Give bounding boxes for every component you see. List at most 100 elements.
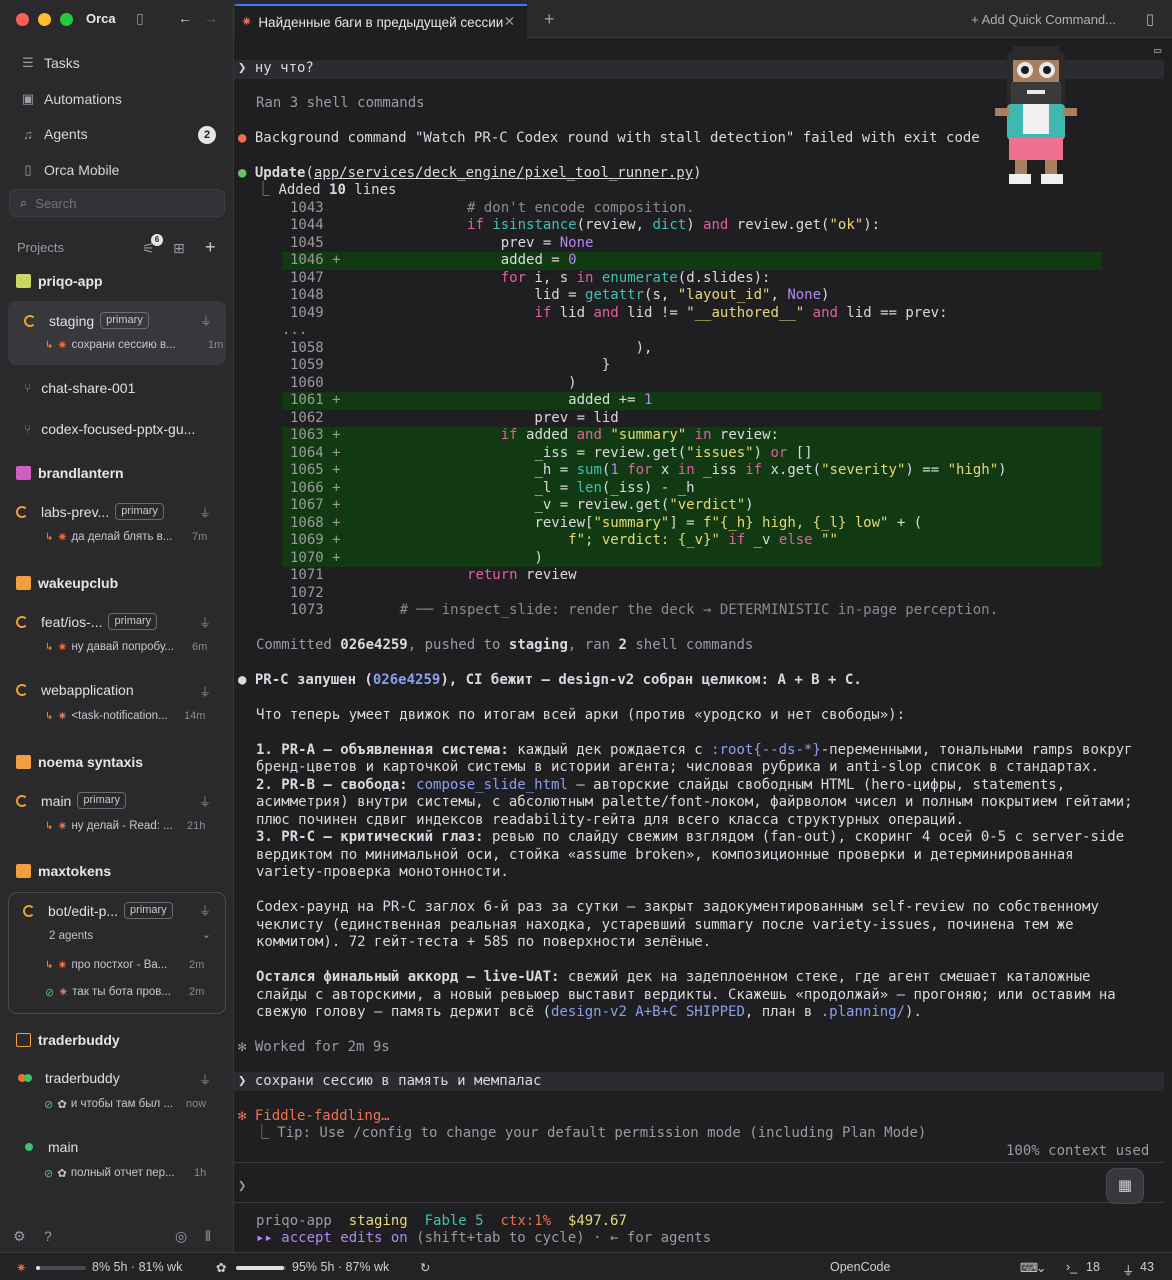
terminal[interactable]: ▭ ❯ ну что? Ran 3 shell commands ● Backg… — [234, 38, 1172, 1252]
status-dot-icon — [25, 1143, 33, 1151]
sidebar-toggle-icon[interactable]: ▯ — [136, 10, 144, 27]
refresh-icon[interactable]: ↻ — [420, 1260, 430, 1275]
search-icon: ⌕ — [20, 195, 28, 210]
minimize-window-button[interactable] — [38, 13, 51, 26]
tip-line: ⎿ Tip: Use /config to change your defaul… — [238, 1125, 927, 1141]
session-sub-text: да делай блять в... — [71, 531, 173, 543]
add-quick-command-button[interactable]: + Add Quick Command... — [971, 12, 1116, 27]
project-maxtokens[interactable]: maxtokens — [16, 863, 111, 879]
session-title-row: staging primary — [24, 312, 149, 329]
session-chat-share[interactable]: ⑂ chat-share-001 — [24, 380, 135, 396]
session-name: staging — [49, 312, 95, 329]
session-sub: ↳ ✷ <task-notification... 14m — [45, 709, 205, 723]
bell-icon: ♫ — [23, 126, 33, 142]
plug-icon[interactable]: ⏚ — [199, 614, 211, 631]
plug-icon[interactable]: ⏚ — [200, 312, 212, 329]
input-prompt[interactable]: ❯ — [238, 1178, 246, 1196]
code: design-v2 A+B+C SHIPPED — [551, 1004, 745, 1020]
project-name: traderbuddy — [38, 1032, 120, 1048]
back-arrow-icon[interactable]: ← — [178, 10, 192, 26]
session-time: 2m — [189, 959, 205, 971]
opencode-label[interactable]: OpenCode — [830, 1260, 890, 1274]
project-noema-syntaxis[interactable]: noema syntaxis — [16, 754, 143, 770]
plug-icon[interactable]: ⏚ — [199, 504, 211, 521]
text: ). — [905, 1004, 922, 1020]
search-box[interactable]: ⌕ — [9, 189, 225, 217]
session-name: codex-focused-pptx-gu... — [41, 421, 196, 437]
scroll-handle-icon[interactable]: ▭ — [1154, 42, 1161, 59]
session-sub-text: ну давай попробу... — [71, 641, 175, 653]
paragraph: чеклисту (единственная реальная находка,… — [256, 917, 1074, 933]
close-tab-icon[interactable]: ✕ — [504, 14, 515, 30]
chevron-down-icon[interactable]: ⌄ — [202, 928, 211, 941]
tab-active-session[interactable]: ✷ Найденные баги в предыдущей сессии ✕ — [235, 4, 527, 38]
session-sub: ↳ ✷ да делай блять в... 7m — [45, 530, 207, 544]
diff-line: 1072 — [290, 585, 324, 601]
plug-icon[interactable]: ⏚ — [199, 793, 211, 810]
paragraph: асимметрия) внутри системы, с абсолютным… — [256, 794, 1133, 810]
terminal-icon: ›_ — [1066, 1260, 1078, 1274]
session-sub: ↳ ✷ ну делай - Read: ... 21h — [45, 819, 205, 833]
worked-duration: ✻ Worked for 2m 9s — [238, 1039, 390, 1055]
maximize-window-button[interactable] — [60, 13, 73, 26]
sidebar-footer: ⚙ ? ◎ ⫴ — [0, 1222, 234, 1252]
project-icon — [16, 755, 31, 769]
forward-arrow-icon[interactable]: → — [204, 10, 218, 26]
usage-codex: 95% 5h · 87% wk — [230, 1260, 389, 1274]
session-webapplication[interactable]: webapplication — [16, 682, 134, 698]
session-main-trader[interactable]: main — [25, 1139, 78, 1155]
diff-line: 1066 + _l = len(_iss) - _h — [290, 480, 695, 496]
search-input[interactable] — [35, 195, 206, 211]
session-staging[interactable]: staging primary ⏚ ↳ ✷ сохрани сессию в... 1m — [8, 301, 226, 365]
committed-text: shell commands — [626, 637, 754, 653]
session-bot-edit[interactable]: bot/edit-p... primary ⏚ 2 agents ⌄ ↳ ✷ про … — [8, 892, 226, 1014]
plug-icon[interactable]: ⏚ — [199, 1071, 211, 1088]
add-project-icon[interactable]: + — [205, 237, 216, 258]
plug-icon[interactable]: ⏚ — [199, 902, 211, 919]
context-usage: 100% context used — [1006, 1143, 1150, 1159]
add-folder-icon[interactable]: ⊞ — [173, 240, 185, 257]
project-brandlantern[interactable]: brandlantern — [16, 465, 124, 481]
diff-line: 1049 if lid and lid != "__authored__" an… — [290, 305, 948, 321]
paragraph: Что теперь умеет движок по итогам всей а… — [256, 707, 906, 723]
project-priqo-app[interactable]: priqo-app — [16, 273, 103, 289]
project-wakeupclub[interactable]: wakeupclub — [16, 575, 118, 591]
panel-icon[interactable]: ⫴ — [205, 1228, 211, 1245]
diff-line: 1046 + added = 0 — [290, 252, 577, 268]
new-tab-icon[interactable]: + — [544, 9, 555, 30]
nav-item-orca-mobile[interactable]: ▯ Orca Mobile — [10, 155, 226, 185]
project-traderbuddy[interactable]: traderbuddy — [16, 1032, 120, 1048]
status-line: priqo-app staging Fable 5 ctx:1% $497.67 — [256, 1213, 627, 1231]
diff-line: 1048 lid = getattr(s, "layout_id", None) — [290, 287, 830, 303]
nav-item-agents[interactable]: ♫ Agents 2 — [10, 119, 226, 149]
diff-line: 1069 + f"; verdict: {_v}" if _v else "" — [290, 532, 838, 548]
session-labs[interactable]: labs-prev... primary — [16, 503, 164, 520]
code: :root{--ds-*} — [711, 742, 821, 758]
session-codex[interactable]: ⑂ codex-focused-pptx-gu... — [24, 421, 195, 437]
plug-icon[interactable]: ⏚ — [199, 683, 211, 700]
divider — [234, 1202, 1164, 1203]
working-status: ✻ Fiddle-faddling… — [238, 1108, 390, 1124]
nav-item-tasks[interactable]: ☰ Tasks — [10, 48, 226, 78]
help-icon[interactable]: ? — [44, 1228, 52, 1244]
chevron-down-icon[interactable]: ⌄ — [1036, 1260, 1046, 1275]
status-dot-icon — [24, 1074, 32, 1082]
agent-sub: ↳ ✷ про постхог - Ва... 2m — [45, 958, 204, 972]
globe-icon[interactable]: ◎ — [175, 1228, 187, 1245]
session-traderbuddy[interactable]: traderbuddy — [18, 1070, 120, 1086]
text — [408, 777, 416, 793]
close-window-button[interactable] — [16, 13, 29, 26]
check-circle-icon: ⊘ — [45, 986, 55, 999]
right-panel-toggle-icon[interactable]: ▯ — [1146, 10, 1154, 28]
spinner-icon — [16, 684, 28, 696]
text: свежий дек на задеплоенном стеке, где аг… — [559, 969, 1091, 985]
gear-icon[interactable]: ⚙ — [13, 1228, 26, 1245]
reply-icon: ↳ — [45, 959, 54, 971]
compose-layout-button[interactable]: ▦ — [1106, 1168, 1144, 1204]
session-feat-ios[interactable]: feat/ios-... primary — [16, 613, 158, 630]
committed-text: Committed — [256, 637, 341, 653]
session-main-noema[interactable]: main primary — [16, 792, 127, 809]
update-path[interactable]: app/services/deck_engine/pixel_tool_runn… — [314, 165, 693, 181]
reply-icon: ↳ — [45, 710, 54, 722]
nav-item-automations[interactable]: ▣ Automations — [10, 84, 226, 114]
